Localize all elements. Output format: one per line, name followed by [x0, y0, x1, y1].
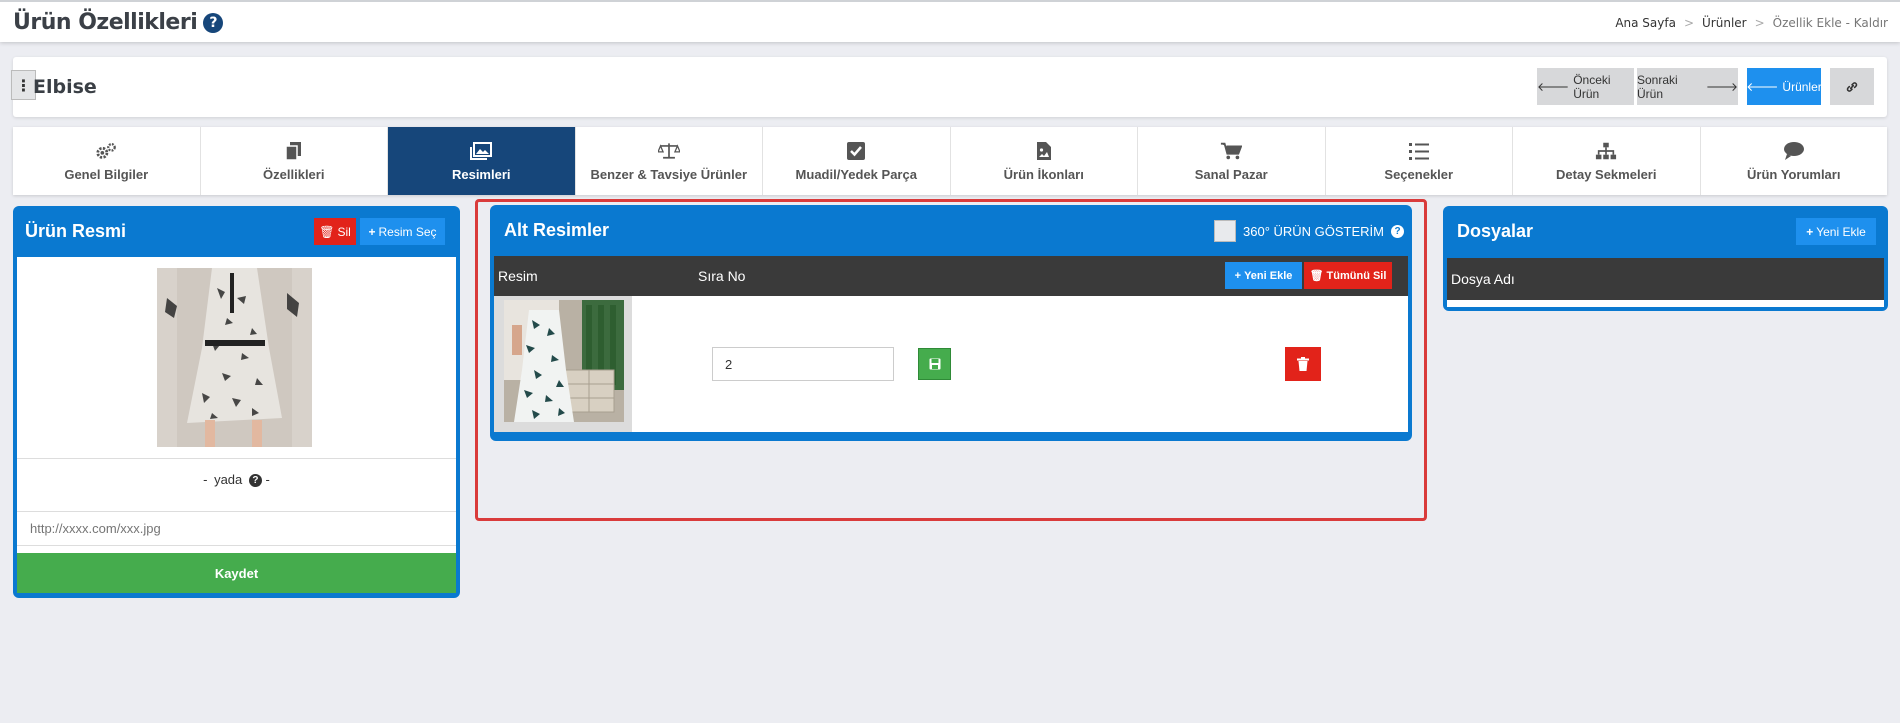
add-file-label: Yeni Ekle [1816, 224, 1866, 239]
help-icon[interactable]: ? [203, 12, 224, 33]
link-icon [1846, 81, 1858, 92]
tab-properties[interactable]: Özellikleri [201, 127, 388, 195]
next-product-button[interactable]: Sonraki Ürün 🡒 [1637, 68, 1738, 105]
product-bar: ⋮ Elbise 🡐 Önceki Ürün Sonraki Ürün 🡒 🡐 … [11, 57, 1887, 117]
tab-label: Seçenekler [1384, 166, 1454, 182]
images-icon [470, 141, 493, 161]
breadcrumb-separator: > [1754, 16, 1765, 30]
tab-images[interactable]: Resimleri [388, 127, 576, 195]
help-icon[interactable]: ? [248, 474, 262, 488]
page-title-text: Ürün Özellikleri [13, 10, 198, 35]
files-panel: Dosyalar + Yeni Ekle Dosya Adı [1443, 206, 1888, 311]
choose-image-button[interactable]: + Resim Seç [360, 218, 445, 245]
trash-icon: 🗑 [319, 224, 335, 239]
breadcrumb: Ana Sayfa > Ürünler > Özellik Ekle - Kal… [1615, 16, 1888, 30]
sitemap-icon [1595, 141, 1617, 161]
gears-icon [95, 141, 117, 161]
breadcrumb-home[interactable]: Ana Sayfa [1615, 16, 1676, 30]
choose-image-label: Resim Seç [378, 224, 437, 239]
or-dash-right: - [265, 472, 270, 487]
tab-product-reviews[interactable]: Ürün Yorumları [1701, 127, 1888, 195]
tab-label: Ürün İkonları [1003, 166, 1084, 182]
files-title: Dosyalar [1457, 221, 1534, 241]
files-table-body [1447, 300, 1884, 307]
next-product-label: Sonraki Ürün [1637, 72, 1678, 101]
tab-label: Muadil/Yedek Parça [795, 166, 917, 182]
top-bar: Ürün Özellikleri ? Ana Sayfa > Ürünler >… [0, 0, 1900, 42]
tab-virtual-market[interactable]: Sanal Pazar [1138, 127, 1326, 195]
tab-options[interactable]: Seçenekler [1326, 127, 1513, 195]
arrow-left-icon: 🡐 [1537, 80, 1570, 94]
tab-label: Genel Bilgiler [64, 166, 149, 182]
plus-icon: + [368, 224, 376, 239]
tab-label: Ürün Yorumları [1747, 166, 1841, 182]
previous-product-label: Önceki Ürün [1573, 72, 1611, 101]
tab-label: Detay Sekmeleri [1556, 166, 1657, 182]
product-name: Elbise [33, 76, 97, 98]
breadcrumb-products[interactable]: Ürünler [1702, 16, 1747, 30]
tab-label: Özellikleri [263, 166, 325, 182]
or-dash-left: - [203, 472, 208, 487]
tab-product-icons[interactable]: Ürün İkonları [951, 127, 1138, 195]
tab-spare-parts[interactable]: Muadil/Yedek Parça [763, 127, 951, 195]
copy-icon [283, 141, 305, 161]
arrow-left-icon: 🡐 [1746, 80, 1779, 94]
or-row: - yada ? - [17, 472, 456, 488]
delete-label: Sil [337, 224, 351, 239]
tab-detail-tabs[interactable]: Detay Sekmeleri [1513, 127, 1701, 195]
main-image-panel: Ürün Resmi 🗑 Sil + Resim Seç - yada ? - … [13, 206, 460, 598]
balance-scale-icon [657, 141, 680, 161]
tab-general-info[interactable]: Genel Bilgiler [13, 127, 201, 195]
cart-icon [1220, 141, 1243, 161]
delete-image-button[interactable]: 🗑 Sil [314, 218, 356, 245]
products-label: Ürünler [1782, 79, 1822, 94]
check-square-icon [845, 141, 867, 161]
breadcrumb-separator: > [1683, 16, 1695, 30]
previous-product-button[interactable]: 🡐 Önceki Ürün [1537, 68, 1634, 105]
tab-bar: Genel Bilgiler Özellikleri Resimleri Ben… [13, 127, 1887, 195]
selection-highlight [475, 199, 1427, 521]
products-button[interactable]: 🡐 Ürünler [1746, 68, 1822, 105]
divider [17, 458, 456, 459]
link-button[interactable] [1830, 68, 1874, 105]
arrow-right-icon: 🡒 [1705, 80, 1738, 94]
file-image-icon [1033, 141, 1055, 161]
plus-icon: + [1806, 224, 1814, 239]
dress-photo [157, 268, 312, 447]
tab-label: Sanal Pazar [1194, 166, 1268, 182]
breadcrumb-current: Özellik Ekle - Kaldır [1772, 16, 1888, 30]
add-file-button[interactable]: + Yeni Ekle [1796, 218, 1876, 245]
image-url-input[interactable] [17, 512, 456, 544]
main-image-title: Ürün Resmi [25, 221, 127, 241]
comment-icon [1783, 141, 1805, 161]
or-text: yada [214, 472, 243, 487]
page-title: Ürün Özellikleri ? [13, 10, 224, 35]
tab-label: Benzer & Tavsiye Ürünler [590, 166, 748, 182]
divider [17, 545, 456, 546]
files-table-header: Dosya Adı [1447, 258, 1884, 300]
tab-label: Resimleri [451, 166, 511, 182]
main-image-body: - yada ? - Kaydet [17, 257, 456, 593]
product-image [157, 268, 312, 447]
list-icon [1408, 141, 1430, 161]
tab-similar-products[interactable]: Benzer & Tavsiye Ürünler [576, 127, 763, 195]
column-file-name: Dosya Adı [1451, 271, 1515, 287]
save-button[interactable]: Kaydet [17, 553, 456, 593]
